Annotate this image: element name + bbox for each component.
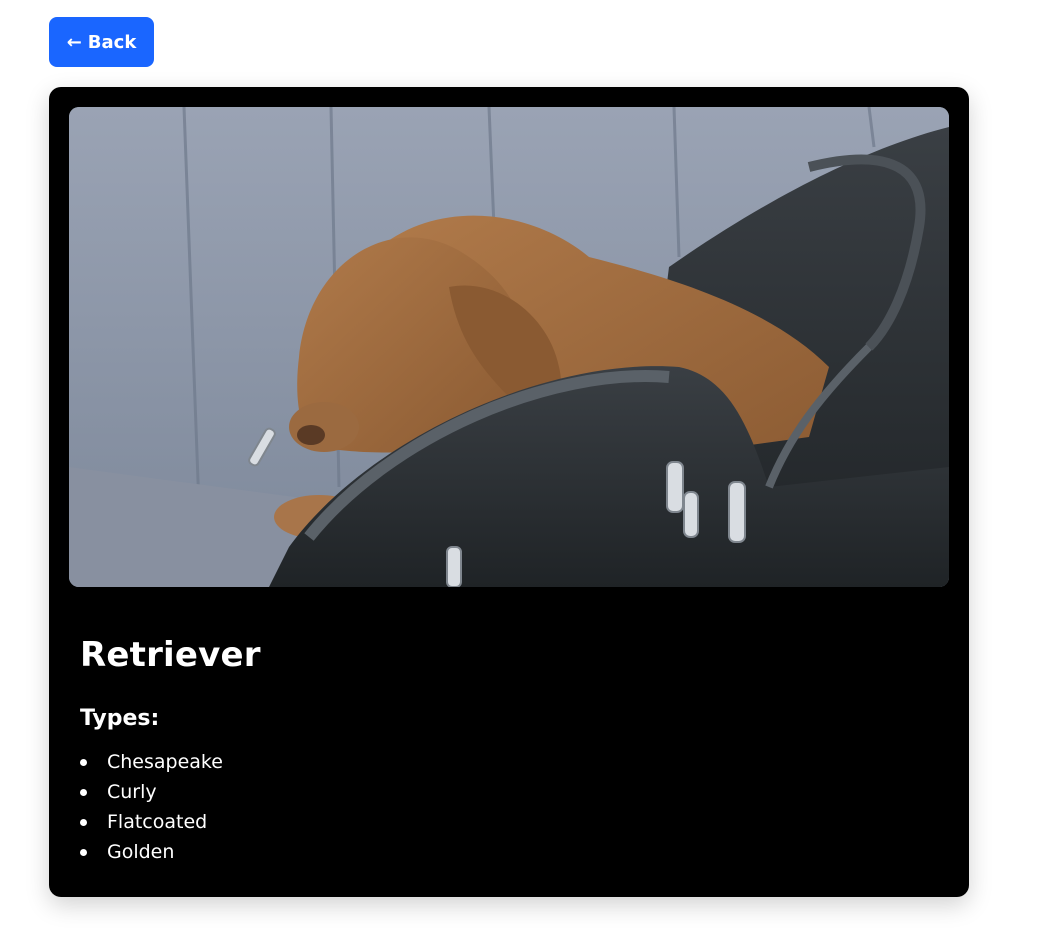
dog-photo-icon <box>69 107 949 587</box>
type-item: Flatcoated <box>80 807 223 837</box>
breed-detail-page: ← Back Retriever Types: Chesapeake Curly… <box>0 0 1048 934</box>
type-item: Golden <box>80 837 223 867</box>
breed-photo <box>69 107 949 587</box>
types-heading: Types: <box>80 706 160 731</box>
back-button-label: Back <box>87 31 137 53</box>
type-item: Chesapeake <box>80 747 223 777</box>
types-list: Chesapeake Curly Flatcoated Golden <box>80 747 223 867</box>
breed-card: Retriever Types: Chesapeake Curly Flatco… <box>49 87 969 897</box>
breed-title: Retriever <box>80 635 261 675</box>
back-arrow-icon: ← <box>66 31 82 53</box>
type-item: Curly <box>80 777 223 807</box>
back-button[interactable]: ← Back <box>49 17 154 67</box>
